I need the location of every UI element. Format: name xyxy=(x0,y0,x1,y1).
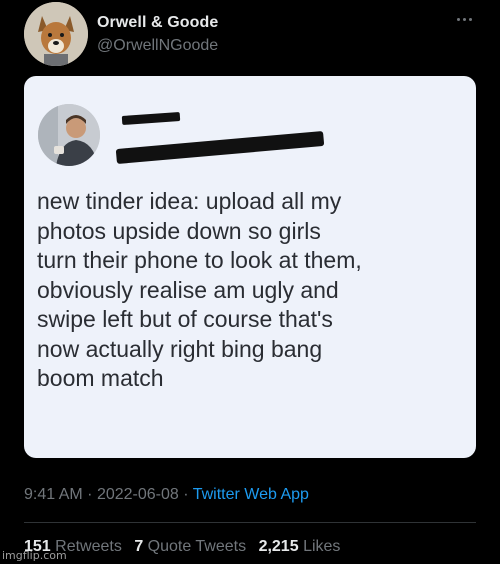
image-text-line: photos upside down so girls xyxy=(37,217,321,244)
tweet-stats: 151 Retweets 7 Quote Tweets 2,215 Likes xyxy=(24,538,348,556)
tweet-metadata: 9:41 AM · 2022-06-08 · Twitter Web App xyxy=(24,486,309,504)
quote-tweets-stat[interactable]: 7 Quote Tweets xyxy=(134,538,246,555)
quote-tweets-count: 7 xyxy=(134,538,144,555)
image-text-line: new tinder idea: upload all my xyxy=(37,188,342,214)
likes-count: 2,215 xyxy=(258,538,299,555)
dot xyxy=(468,17,472,21)
imgflip-watermark: imgflip.com xyxy=(2,549,67,562)
image-text-line: obviously realise am ugly and xyxy=(37,276,339,303)
more-options-icon[interactable] xyxy=(452,12,476,26)
image-text-line: now actually right bing bang xyxy=(37,335,323,362)
dog-avatar-image xyxy=(24,2,88,66)
tweet-time[interactable]: 9:41 AM xyxy=(24,486,83,503)
dot xyxy=(456,17,460,21)
display-name[interactable]: Orwell & Goode xyxy=(97,14,218,32)
image-text: new tinder idea: upload all my photos up… xyxy=(37,187,467,394)
dot xyxy=(462,17,466,21)
source-link[interactable]: Twitter Web App xyxy=(193,486,309,503)
likes-stat[interactable]: 2,215 Likes xyxy=(259,538,341,555)
separator: · xyxy=(87,486,93,503)
tweet: Orwell & Goode @OrwellNGoode new tinder … xyxy=(0,0,500,564)
quote-tweets-label: Quote Tweets xyxy=(147,538,247,555)
divider xyxy=(24,522,476,523)
embedded-profile-photo xyxy=(38,104,100,166)
image-text-line: swipe left but of course that's xyxy=(37,306,333,332)
profile-avatar[interactable] xyxy=(24,2,88,66)
user-handle[interactable]: @OrwellNGoode xyxy=(97,37,218,55)
separator: · xyxy=(183,486,189,503)
tweet-date[interactable]: 2022-06-08 xyxy=(97,486,179,503)
likes-label: Likes xyxy=(303,538,341,555)
tweet-image[interactable]: new tinder idea: upload all my photos up… xyxy=(24,76,476,458)
redaction-bar xyxy=(121,111,181,126)
redaction-bar xyxy=(115,130,325,165)
image-text-line: boom match xyxy=(37,365,164,391)
image-text-line: turn their phone to look at them, xyxy=(37,247,362,273)
person-photo-image xyxy=(38,104,100,166)
